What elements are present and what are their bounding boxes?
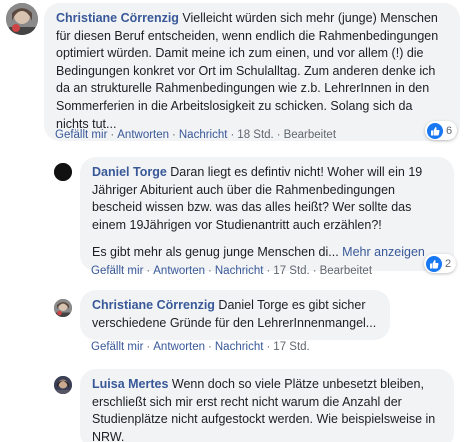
timestamp[interactable]: 17 Std. [273,341,309,353]
like-link[interactable]: Gefällt mir [91,265,143,277]
comment-bubble: Christiane Cörrenzig Daniel Torge es gib… [80,290,390,341]
timestamp[interactable]: 18 Std. [237,129,273,141]
reaction-count: 2 [445,257,452,270]
reply-link[interactable]: Antworten [117,129,169,141]
avatar-christiane-image [54,299,72,317]
comment-author[interactable]: Christiane Cörrenzig [92,298,215,312]
comment-text-continued: Es gibt mehr als genug junge Menschen di… [92,245,339,260]
avatar-daniel[interactable] [54,163,72,181]
comment-bubble: Christiane Cörrenzig Vielleicht würden s… [44,3,460,142]
show-more-link[interactable]: Mehr anzeigen [342,245,425,259]
avatar-christiane[interactable] [6,3,38,35]
message-link[interactable]: Nachricht [215,265,264,277]
comment-text: Vielleicht würden sich mehr (junge) Mens… [56,11,439,131]
like-link[interactable]: Gefällt mir [55,129,107,141]
avatar-daniel-image [54,163,72,181]
message-link[interactable]: Nachricht [215,341,264,353]
comment-author[interactable]: Daniel Torge [92,165,167,179]
avatar-christiane[interactable] [54,299,72,317]
comment-actions: Gefällt mir · Antworten · Nachricht · 17 Std. [91,341,310,353]
avatar-luisa[interactable] [54,376,72,394]
comment-actions: Gefällt mir · Antworten · Nachricht · 18 Std. ·… [55,129,337,141]
timestamp[interactable]: 17 Std. [273,265,309,277]
reaction-count-badge[interactable]: 6 [425,121,458,140]
edited-label: Bearbeitet [283,129,337,141]
comment-author[interactable]: Luisa Mertes [92,377,168,391]
comment-author[interactable]: Christiane Cörrenzig [56,11,179,25]
thumbs-up-icon [427,122,443,139]
edited-label: Bearbeitet [319,265,373,277]
reply-link[interactable]: Antworten [153,265,205,277]
avatar-christiane-image [6,3,38,35]
comment-actions: Gefällt mir · Antworten · Nachricht · 17 Std. ·… [91,265,373,277]
reaction-count: 6 [446,124,453,137]
avatar-luisa-image [54,376,72,394]
like-link[interactable]: Gefällt mir [91,341,143,353]
thumbs-up-icon [426,255,442,272]
comment-bubble: Luisa Mertes Wenn doch so viele Plätze u… [80,369,454,442]
message-link[interactable]: Nachricht [179,129,228,141]
reaction-count-badge[interactable]: 2 [424,254,457,273]
comment-bubble: Daniel Torge Daran liegt es defintiv nic… [80,157,454,271]
reply-link[interactable]: Antworten [153,341,205,353]
